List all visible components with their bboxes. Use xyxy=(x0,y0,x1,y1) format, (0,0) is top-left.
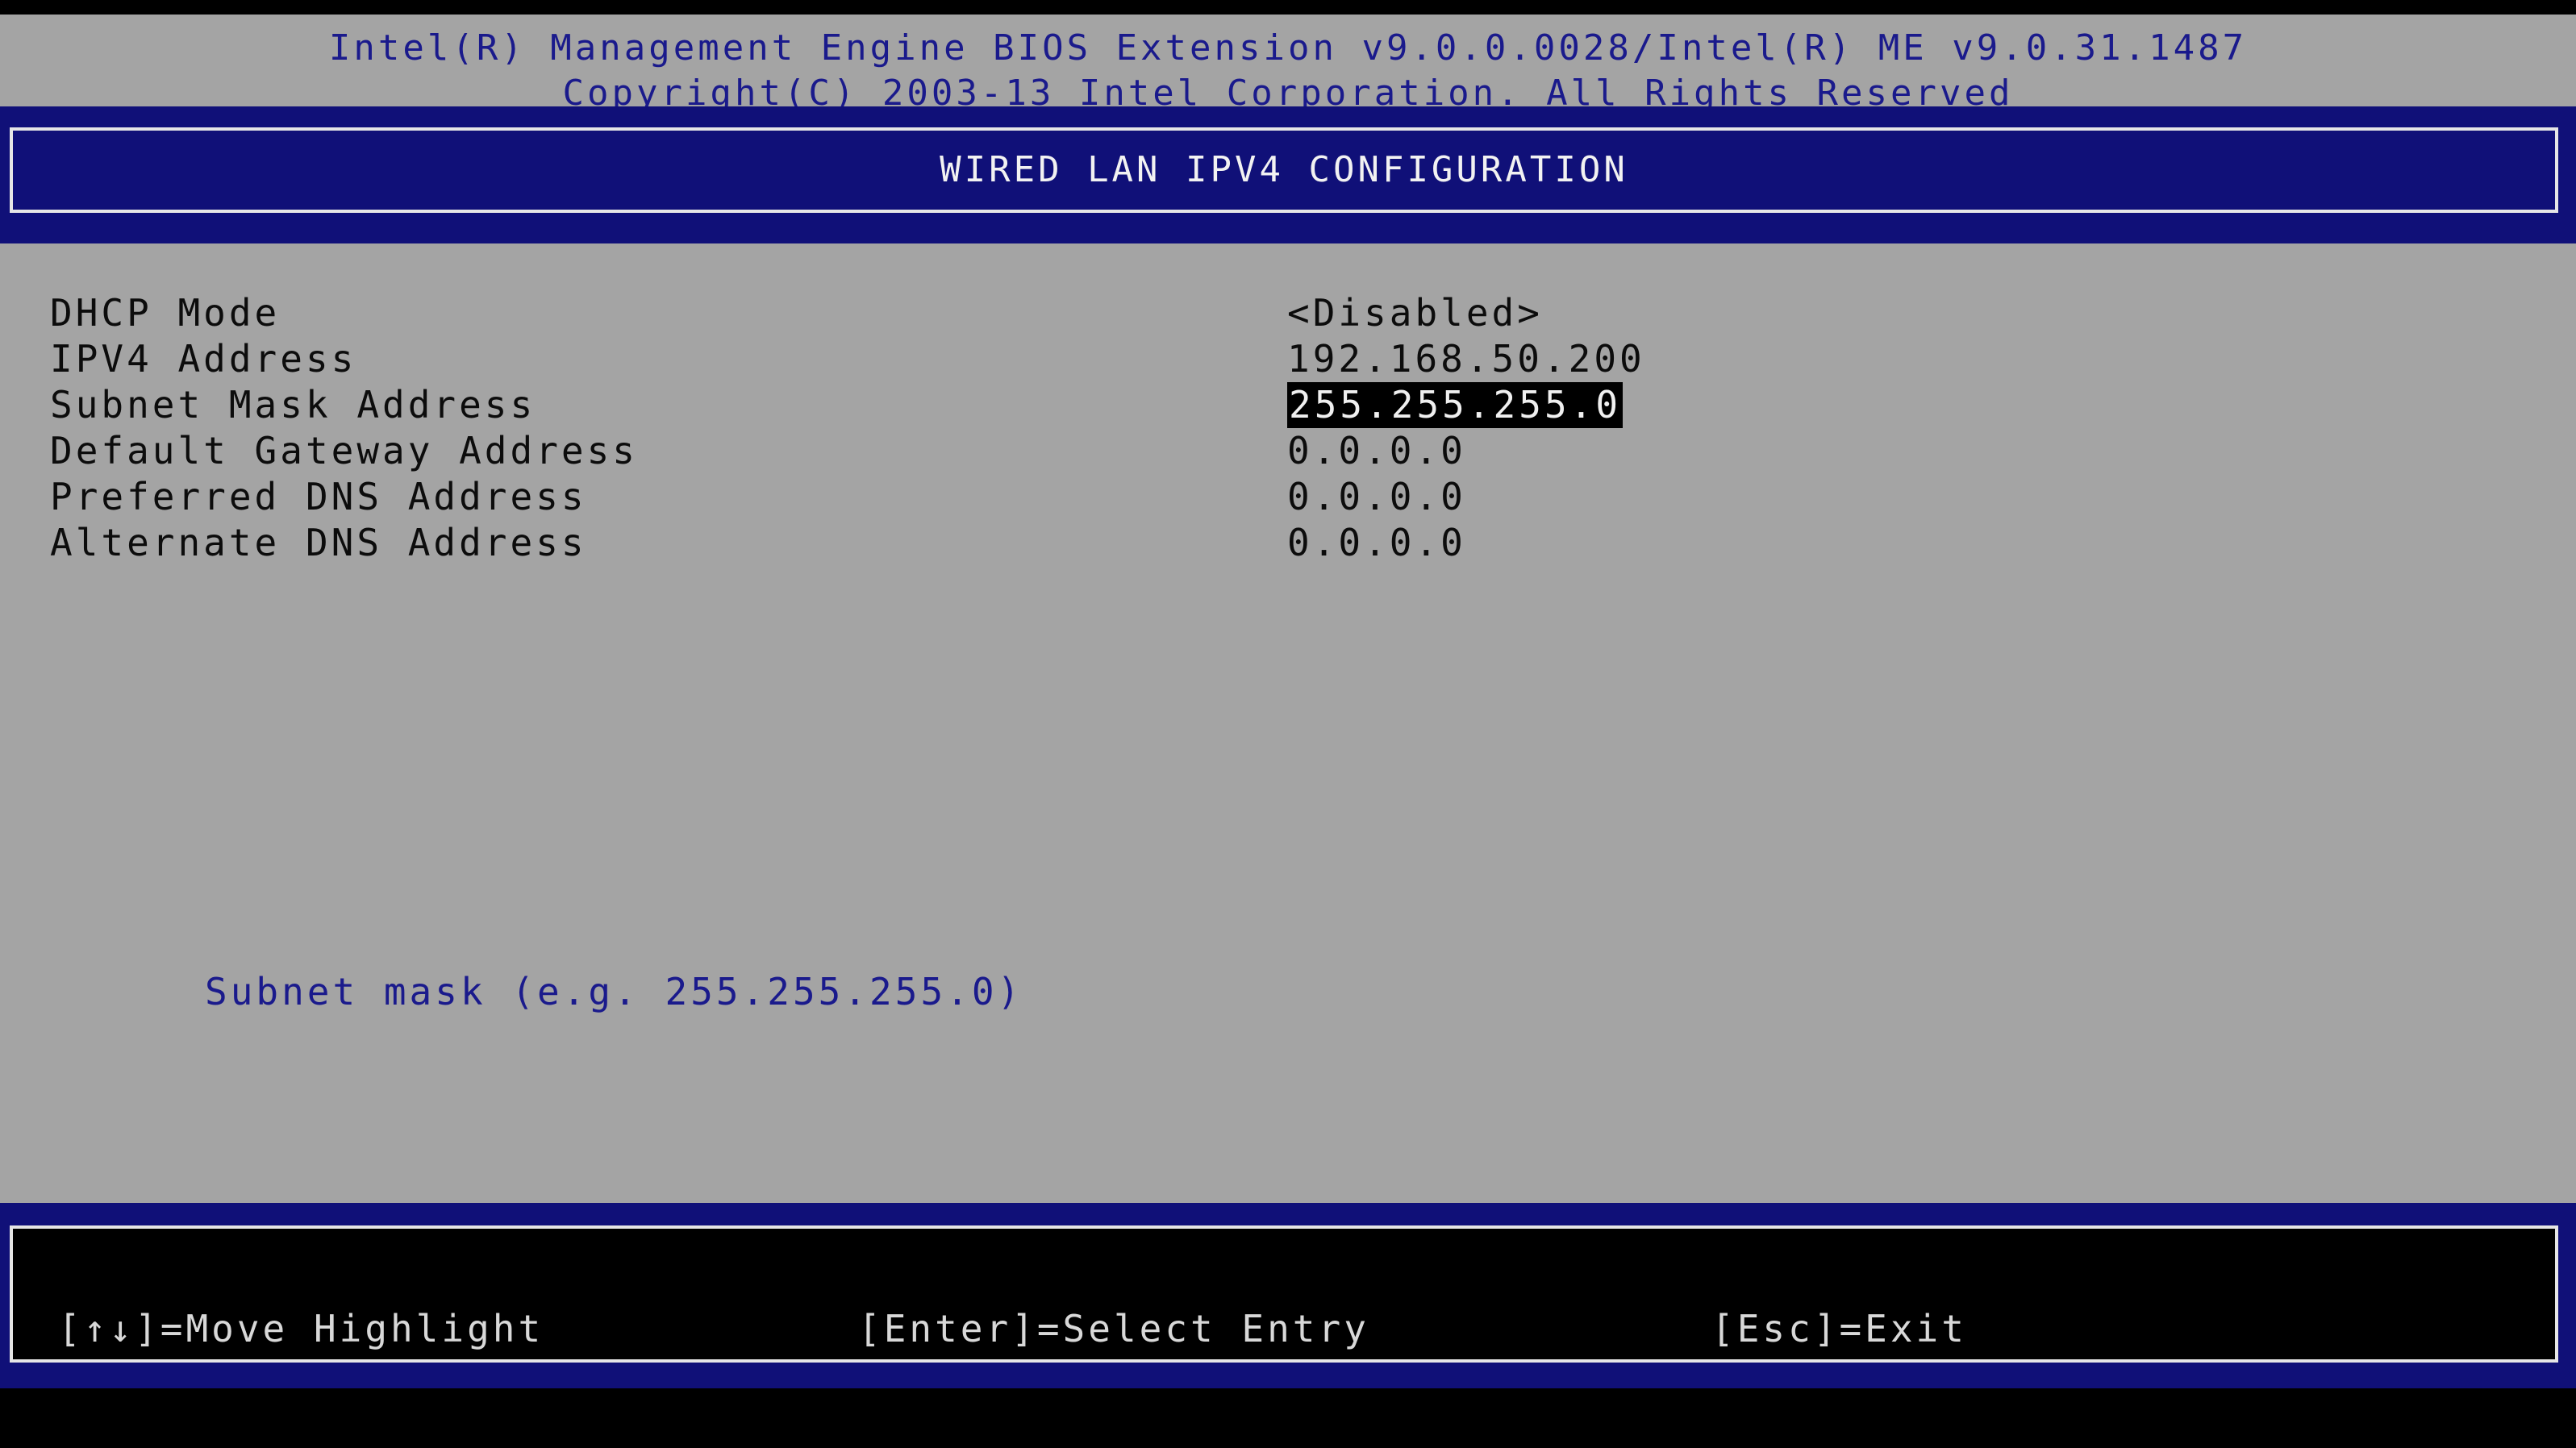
setting-label: IPV4 Address xyxy=(50,337,357,381)
select-entry-hint: [Enter]=Select Entry xyxy=(858,1307,1369,1350)
setting-row-alternate-dns[interactable]: Alternate DNS Address 0.0.0.0 xyxy=(0,520,2576,566)
default-gateway-value[interactable]: 0.0.0.0 xyxy=(1287,428,1466,474)
page-title: WIRED LAN IPV4 CONFIGURATION xyxy=(940,149,1628,190)
bios-screen: Intel(R) Management Engine BIOS Extensio… xyxy=(0,0,2576,1448)
setting-label: DHCP Mode xyxy=(50,291,281,335)
setting-row-default-gateway[interactable]: Default Gateway Address 0.0.0.0 xyxy=(0,428,2576,474)
setting-row-preferred-dns[interactable]: Preferred DNS Address 0.0.0.0 xyxy=(0,474,2576,520)
help-text: Subnet mask (e.g. 255.255.255.0) xyxy=(205,970,1023,1013)
setting-label: Preferred DNS Address xyxy=(50,475,587,518)
setting-row-dhcp-mode[interactable]: DHCP Mode <Disabled> xyxy=(0,290,2576,336)
subnet-mask-value[interactable]: 255.255.255.0 xyxy=(1287,382,1624,428)
setting-label: Alternate DNS Address xyxy=(50,521,587,564)
title-box: WIRED LAN IPV4 CONFIGURATION xyxy=(10,127,2558,213)
setting-row-subnet-mask[interactable]: Subnet Mask Address 255.255.255.0 xyxy=(0,382,2576,428)
setting-row-ipv4-address[interactable]: IPV4 Address 192.168.50.200 xyxy=(0,336,2576,382)
move-highlight-hint: [↑↓]=Move Highlight xyxy=(58,1307,544,1350)
preferred-dns-value[interactable]: 0.0.0.0 xyxy=(1287,474,1466,520)
product-version: Intel(R) Management Engine BIOS Extensio… xyxy=(328,27,2248,69)
title-band: WIRED LAN IPV4 CONFIGURATION xyxy=(0,106,2576,243)
dhcp-mode-value[interactable]: <Disabled> xyxy=(1287,290,1543,336)
footer-band: [↑↓]=Move Highlight [Enter]=Select Entry… xyxy=(0,1203,2576,1388)
setting-label: Default Gateway Address xyxy=(50,429,638,472)
settings-panel: DHCP Mode <Disabled> IPV4 Address 192.16… xyxy=(0,243,2576,1203)
ipv4-address-value[interactable]: 192.168.50.200 xyxy=(1287,336,1645,382)
setting-label: Subnet Mask Address xyxy=(50,383,536,426)
header-bar: Intel(R) Management Engine BIOS Extensio… xyxy=(0,15,2576,114)
alternate-dns-value[interactable]: 0.0.0.0 xyxy=(1287,520,1466,566)
exit-hint: [Esc]=Exit xyxy=(1711,1307,1967,1350)
key-hints-box: [↑↓]=Move Highlight [Enter]=Select Entry… xyxy=(10,1225,2558,1363)
